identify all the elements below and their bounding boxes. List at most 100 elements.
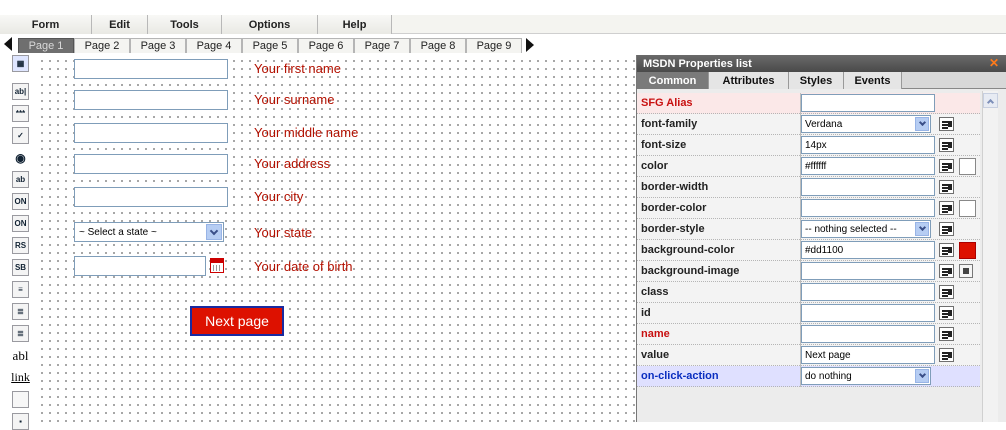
scroll-up-icon[interactable] <box>983 93 998 108</box>
password-field-icon[interactable]: *** <box>12 105 29 122</box>
date-of-birth-input[interactable] <box>74 256 206 276</box>
state-select-value: ~ Select a state ~ <box>79 226 157 238</box>
option1-icon[interactable]: ON <box>12 193 29 210</box>
prop-name: background-image <box>641 265 740 277</box>
tab-page-6[interactable]: Page 6 <box>298 37 354 53</box>
prop-name: border-style <box>641 223 705 235</box>
tab-events[interactable]: Events <box>844 72 902 89</box>
border-width-input[interactable] <box>801 178 935 196</box>
list-picker-icon[interactable] <box>939 201 954 215</box>
list-picker-icon[interactable] <box>939 264 954 278</box>
prop-name: value <box>641 349 670 361</box>
id-input[interactable] <box>801 304 935 322</box>
radio-icon[interactable]: ◉ <box>12 149 29 166</box>
sfg-alias-input[interactable] <box>801 94 935 112</box>
menu-form[interactable]: Form <box>0 15 92 34</box>
state-select[interactable]: ~ Select a state ~ <box>74 222 224 242</box>
link-icon[interactable]: link <box>11 369 30 386</box>
chevron-down-icon[interactable] <box>206 224 222 240</box>
tab-page-7[interactable]: Page 7 <box>354 37 410 53</box>
list-picker-icon[interactable] <box>939 306 954 320</box>
prop-name: on-click-action <box>641 370 719 382</box>
on-click-action-select[interactable]: do nothing <box>801 367 931 385</box>
surname-input[interactable] <box>74 90 228 110</box>
font-family-select[interactable]: Verdana <box>801 115 931 133</box>
state-label: Your state <box>254 225 313 240</box>
tab-attributes[interactable]: Attributes <box>709 72 789 89</box>
list-picker-icon[interactable] <box>939 327 954 341</box>
chevron-down-icon[interactable] <box>915 369 929 383</box>
menu-options[interactable]: Options <box>222 15 318 34</box>
city-input[interactable] <box>74 187 228 207</box>
menu-tools[interactable]: Tools <box>148 15 222 34</box>
prop-name: border-color <box>641 202 707 214</box>
first-name-input[interactable] <box>74 59 228 79</box>
prop-name: name <box>641 328 670 340</box>
list2-icon[interactable]: ≣ <box>12 325 29 342</box>
color-input[interactable]: #ffffff <box>801 157 935 175</box>
background-color-input[interactable]: #dd1100 <box>801 241 935 259</box>
checkbox-icon[interactable]: ✓ <box>12 127 29 144</box>
prev-page-arrow-icon[interactable] <box>4 37 12 51</box>
border-color-swatch[interactable] <box>959 200 976 217</box>
value-input[interactable]: Next page <box>801 346 935 364</box>
list-picker-icon[interactable] <box>939 159 954 173</box>
button-icon[interactable] <box>12 391 29 408</box>
prop-name: id <box>641 307 651 319</box>
text-field-icon[interactable]: ab| <box>12 83 29 100</box>
list-picker-icon[interactable] <box>939 285 954 299</box>
design-canvas[interactable]: Your first name Your surname Your middle… <box>36 55 636 422</box>
tab-page-9[interactable]: Page 9 <box>466 37 522 53</box>
tab-page-4[interactable]: Page 4 <box>186 37 242 53</box>
color-swatch[interactable] <box>959 158 976 175</box>
chevron-down-icon[interactable] <box>915 117 929 131</box>
tab-page-1[interactable]: Page 1 <box>18 37 74 53</box>
image-browse-icon[interactable] <box>959 264 973 278</box>
name-input[interactable] <box>801 325 935 343</box>
list-picker-icon[interactable] <box>939 243 954 257</box>
date-of-birth-label: Your date of birth <box>254 259 353 274</box>
prop-row-class: class <box>637 282 980 303</box>
menu-edit[interactable]: Edit <box>92 15 148 34</box>
font-size-input[interactable]: 14px <box>801 136 935 154</box>
background-color-swatch[interactable] <box>959 242 976 259</box>
menu-help[interactable]: Help <box>318 15 392 34</box>
middle-name-input[interactable] <box>74 123 228 143</box>
list-picker-icon[interactable] <box>939 348 954 362</box>
radio-select-icon[interactable]: RS <box>12 237 29 254</box>
menu-bar: Form Edit Tools Options Help <box>0 15 1006 34</box>
tab-page-3[interactable]: Page 3 <box>130 37 186 53</box>
tab-page-5[interactable]: Page 5 <box>242 37 298 53</box>
list-picker-icon[interactable] <box>939 138 954 152</box>
tab-page-2[interactable]: Page 2 <box>74 37 130 53</box>
tab-common[interactable]: Common <box>637 72 709 89</box>
tab-styles[interactable]: Styles <box>789 72 844 89</box>
label-icon[interactable]: abl <box>12 347 29 364</box>
prop-row-sfg-alias: SFG Alias <box>637 93 980 114</box>
tab-page-8[interactable]: Page 8 <box>410 37 466 53</box>
textarea-icon[interactable]: ab <box>12 171 29 188</box>
address-input[interactable] <box>74 154 228 174</box>
chevron-down-icon[interactable] <box>915 222 929 236</box>
border-style-select[interactable]: -- nothing selected -- <box>801 220 931 238</box>
prop-name: color <box>641 160 668 172</box>
calendar-icon[interactable] <box>210 258 224 273</box>
properties-panel: MSDN Properties list ✕ Common Attributes… <box>636 55 1006 422</box>
class-input[interactable] <box>801 283 935 301</box>
list-icon[interactable]: ≣ <box>12 303 29 320</box>
option2-icon[interactable]: ON <box>12 215 29 232</box>
prop-name: background-color <box>641 244 735 256</box>
background-image-input[interactable] <box>801 262 935 280</box>
list-picker-icon[interactable] <box>939 222 954 236</box>
select-icon[interactable]: SB <box>12 259 29 276</box>
next-page-button[interactable]: Next page <box>190 306 284 336</box>
panel-scrollbar[interactable] <box>982 91 998 422</box>
list-picker-icon[interactable] <box>939 180 954 194</box>
multi-select-icon[interactable]: ≡ <box>12 281 29 298</box>
border-color-input[interactable] <box>801 199 935 217</box>
next-page-arrow-icon[interactable] <box>526 38 534 52</box>
close-icon[interactable]: ✕ <box>989 57 1000 69</box>
form-properties-icon[interactable]: ▦ <box>12 55 29 72</box>
border-style-value: -- nothing selected -- <box>805 223 897 235</box>
list-picker-icon[interactable] <box>939 117 954 131</box>
